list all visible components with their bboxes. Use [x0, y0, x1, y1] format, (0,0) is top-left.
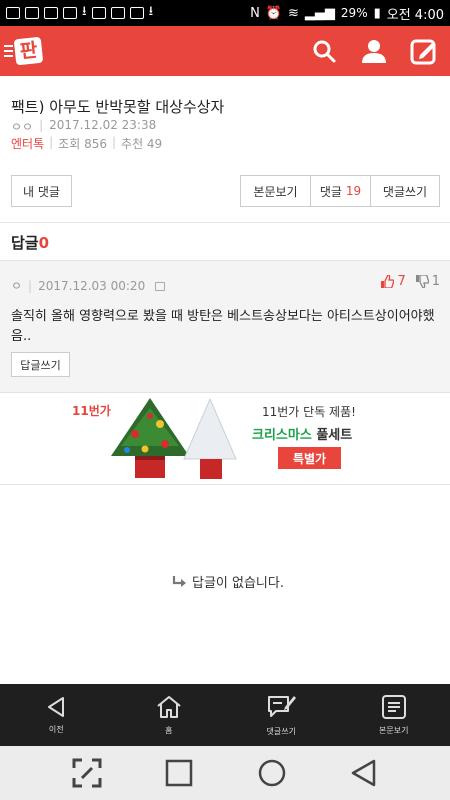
my-comments-button[interactable]: 내 댓글: [11, 175, 72, 207]
comments-count: 19: [345, 184, 362, 198]
document-icon: [381, 694, 406, 719]
ad-product-dark: 풀세트: [316, 428, 353, 443]
post-recommends: 추천 49: [121, 137, 163, 151]
notification-icon: [25, 7, 39, 19]
write-comment-button[interactable]: 댓글쓰기: [371, 176, 439, 206]
ad-badge: 특별가: [278, 447, 341, 469]
comments-label: 댓글: [319, 184, 342, 199]
comments-button[interactable]: 댓글 19: [311, 176, 371, 206]
like-button[interactable]: 7: [381, 274, 406, 289]
empty-state: 답글이 없습니다.: [172, 572, 284, 591]
nfc-icon: N: [250, 5, 260, 21]
back-icon: [48, 696, 65, 717]
post-date: 2017.12.02 23:38: [49, 118, 157, 132]
post-stats: 엔터톡 | 조회 856 | 추천 49: [11, 135, 162, 152]
nav-label: 홈: [165, 725, 173, 735]
profile-button[interactable]: [360, 37, 388, 65]
signal-icon: ▂▄▆: [304, 5, 335, 21]
divider: |: [111, 135, 117, 149]
app-logo[interactable]: 판: [4, 36, 44, 66]
alarm-icon: ⏰: [265, 5, 283, 21]
reply-count: 0: [38, 234, 50, 252]
reply-label: 답글: [11, 234, 39, 252]
post-title: 팩트) 아무도 반박못할 대상수상자: [11, 98, 225, 116]
battery-icon: ▮: [373, 5, 381, 21]
white-tree-image: [183, 397, 237, 479]
search-icon: [313, 40, 336, 63]
nav-label: 댓글쓰기: [266, 726, 296, 736]
status-bar: ⭳ ⭳ N ⏰ ≋ ▂▄▆ 29% ▮ 오전 4:00: [0, 0, 450, 26]
notification-icon: [44, 7, 58, 19]
reply-arrow-icon: [172, 575, 186, 587]
post-actions: 본문보기 댓글 19 댓글쓰기: [240, 175, 440, 207]
notification-icon: [110, 7, 125, 19]
comment-date: 2017.12.03 00:20: [38, 278, 146, 293]
notification-icons: ⭳ ⭳: [6, 2, 153, 24]
write-comment-icon: [268, 695, 297, 717]
search-button[interactable]: [310, 37, 338, 65]
view-body-button[interactable]: 본문보기: [241, 176, 311, 206]
dislike-count: 1: [431, 274, 440, 289]
nav-label: 이전: [48, 724, 64, 734]
lock-icon: [155, 282, 166, 291]
write-button[interactable]: [410, 37, 438, 65]
empty-text: 답글이 없습니다.: [192, 576, 284, 591]
nav-label: 본문보기: [379, 725, 409, 735]
overview-icon[interactable]: [165, 759, 193, 787]
wifi-icon: ≋: [288, 5, 299, 21]
comment-item: ㅇ | 2017.12.03 00:20 7 1 솔직히 올해 영향력으로 봤을…: [0, 260, 450, 393]
nav-back[interactable]: 이전: [0, 684, 113, 746]
reply-button[interactable]: 답글쓰기: [11, 352, 70, 377]
user-icon: [362, 40, 386, 63]
like-count: 7: [397, 274, 406, 289]
home-icon: [157, 695, 181, 718]
ad-product: 크리스마스 풀세트: [252, 424, 352, 443]
menu-icon[interactable]: [4, 45, 13, 57]
system-nav-bar: [0, 746, 450, 800]
notification-icon: [91, 7, 106, 19]
app-header: 판: [0, 26, 450, 76]
home-circle-icon[interactable]: [257, 758, 287, 788]
recents-edit-icon[interactable]: [72, 758, 102, 788]
download-icon: ⭳: [82, 4, 87, 19]
post-category[interactable]: 엔터톡: [11, 135, 44, 152]
notification-icon: [129, 7, 144, 19]
download-icon: ⭳: [148, 4, 154, 19]
thumbs-up-icon: [381, 275, 395, 288]
notification-icon: [63, 7, 77, 19]
clock: 오전 4:00: [386, 7, 444, 23]
comment-text: 솔직히 올해 영향력으로 봤을 때 방탄은 베스트송상보다는 아티스트상이어야했…: [11, 309, 435, 344]
divider: [0, 222, 450, 223]
divider: |: [39, 118, 44, 132]
comment-meta: ㅇ | 2017.12.03 00:20: [11, 277, 166, 294]
bottom-nav: 이전 홈 댓글쓰기 본문보기: [0, 684, 450, 746]
post-author[interactable]: ㅇㅇ: [11, 118, 33, 135]
post-meta: ㅇㅇ | 2017.12.02 23:38: [11, 118, 156, 135]
dislike-button[interactable]: 1: [415, 274, 440, 289]
comment-votes: 7 1: [381, 274, 440, 289]
comment-author[interactable]: ㅇ: [11, 277, 22, 294]
post-views: 조회 856: [58, 137, 107, 151]
ad-banner[interactable]: 11번가 11번가 단독 제품! 크리스마스 풀세트 특별가: [0, 393, 450, 485]
ad-product-green: 크리스마스: [252, 428, 312, 443]
notification-icon: [6, 7, 20, 19]
reply-header: 답글0: [11, 232, 49, 253]
edit-icon: [410, 39, 436, 65]
nav-home[interactable]: 홈: [113, 684, 226, 746]
logo-text: 판: [13, 36, 44, 66]
nav-view-body[interactable]: 본문보기: [338, 684, 450, 746]
divider: |: [49, 135, 54, 149]
back-triangle-icon[interactable]: [350, 759, 378, 787]
divider: |: [28, 278, 33, 293]
ad-headline: 11번가 단독 제품!: [262, 405, 356, 419]
battery-level: 29%: [340, 6, 368, 20]
thumbs-down-icon: [415, 275, 429, 288]
nav-write-comment[interactable]: 댓글쓰기: [225, 684, 338, 746]
